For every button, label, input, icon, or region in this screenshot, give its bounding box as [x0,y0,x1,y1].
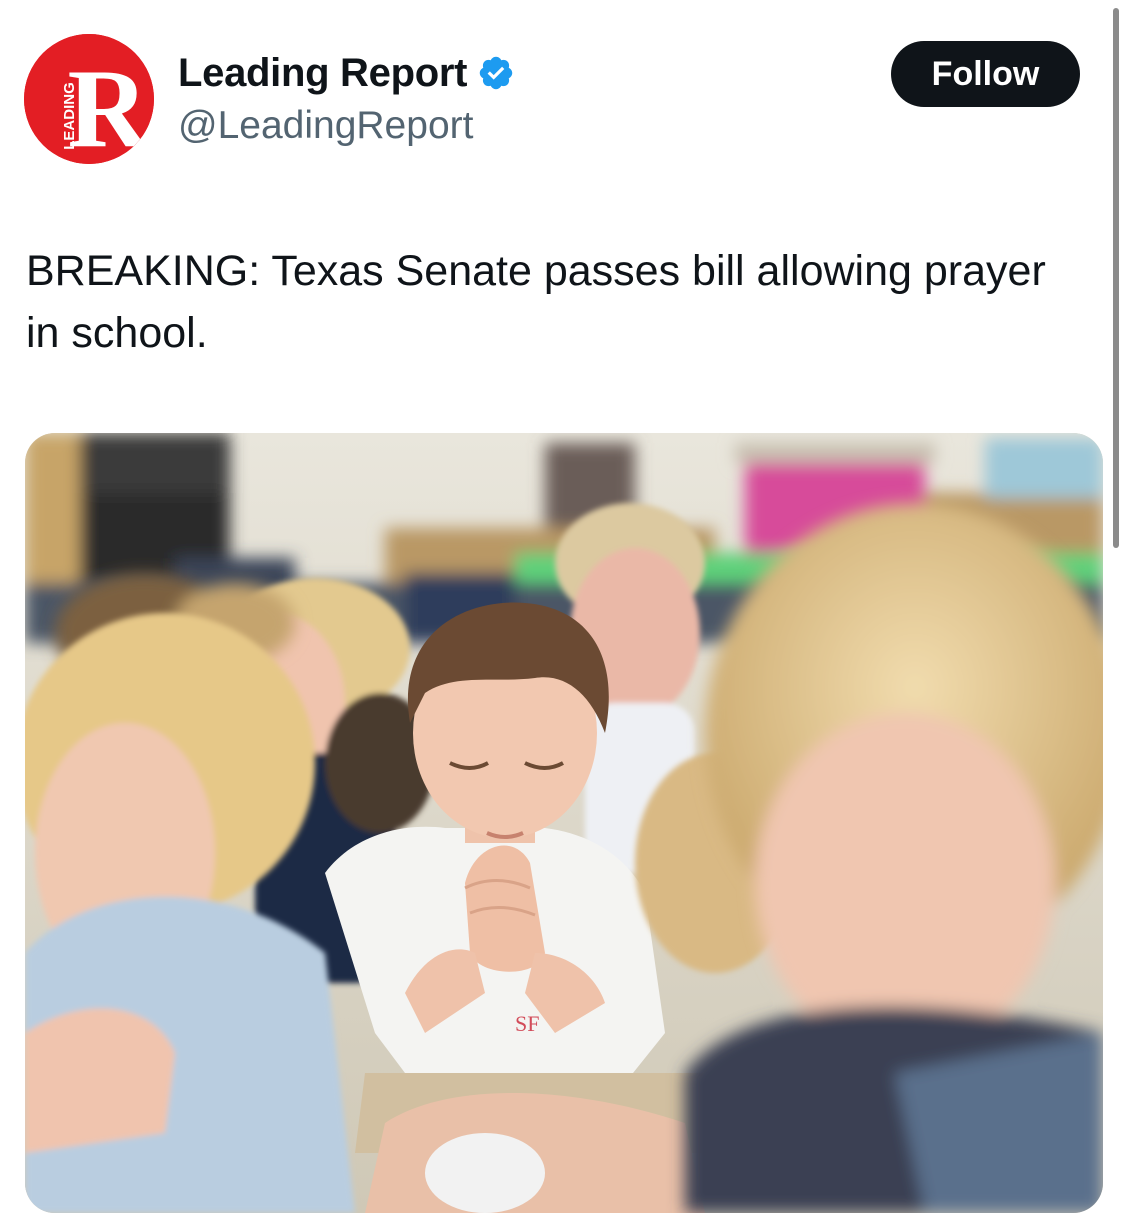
author-name-row: Leading Report [178,48,515,98]
author-display-name[interactable]: Leading Report [178,48,467,98]
follow-button[interactable]: Follow [891,41,1080,107]
author-handle[interactable]: @LeadingReport [178,102,473,150]
tweet-text: BREAKING: Texas Senate passes bill allow… [26,247,1046,357]
avatar-logo-letter: R [68,47,150,164]
verified-badge-icon [477,54,515,92]
tweet-photo[interactable]: SF [25,433,1103,1213]
shirt-logo-text: SF [515,1011,539,1036]
avatar[interactable]: LEADING R [24,34,154,164]
scrollbar-thumb[interactable] [1113,8,1119,548]
